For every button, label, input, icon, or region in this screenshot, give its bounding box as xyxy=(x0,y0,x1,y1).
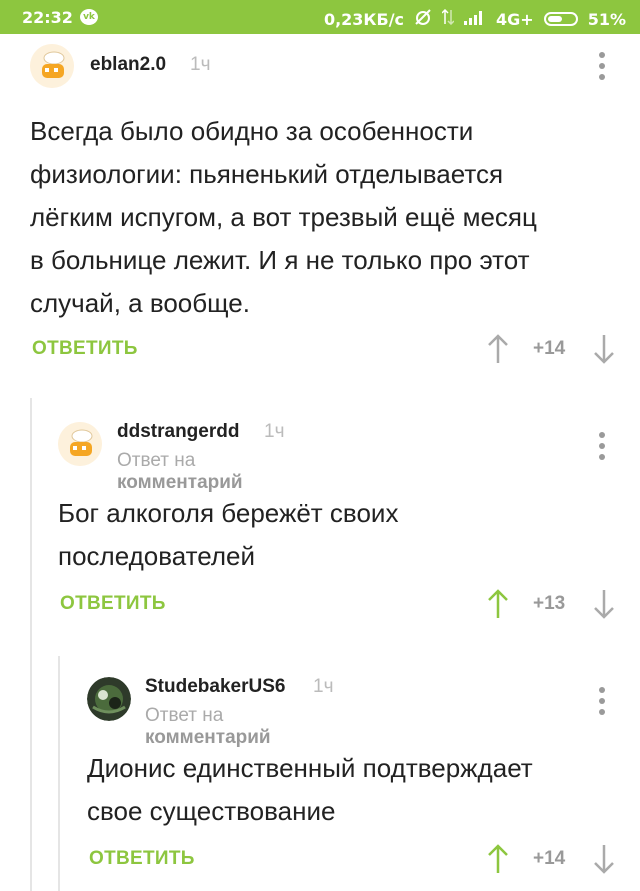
comment-score: +14 xyxy=(533,848,566,869)
signal-strength-icon xyxy=(464,10,486,29)
comment-time: 1ч xyxy=(190,54,211,75)
comment-text-line: свое существование xyxy=(87,796,336,826)
comment-author[interactable]: StudebakerUS6 xyxy=(145,676,285,698)
comment-text: Всегда было обидно за особенности физиол… xyxy=(30,110,620,325)
battery-icon xyxy=(543,12,578,26)
upvote-icon[interactable] xyxy=(486,333,510,365)
comment-text: Бог алкоголя бережёт своих последователе… xyxy=(58,492,618,578)
network-speed: 0,23КБ/с xyxy=(323,9,405,29)
more-options-icon[interactable] xyxy=(598,432,606,465)
thread-line-level-2 xyxy=(58,656,60,891)
reply-button[interactable]: ОТВЕТИТЬ xyxy=(32,338,138,360)
comment-score: +13 xyxy=(533,593,566,614)
comment-text-line: Бог алкоголя бережёт своих xyxy=(58,498,399,528)
battery-percent: 51% xyxy=(587,9,626,29)
comment-time: 1ч xyxy=(313,676,334,697)
reply-to-label: Ответ на комментарий xyxy=(117,450,243,494)
status-indicators: 0,23КБ/с 4G+ 51% xyxy=(324,8,626,30)
reply-button[interactable]: ОТВЕТИТЬ xyxy=(89,848,195,870)
upvote-icon[interactable] xyxy=(486,588,510,620)
status-bar: 22:32 vk 0,23КБ/с 4G+ 51% xyxy=(0,0,640,34)
data-transfer-icon xyxy=(441,8,455,29)
comment-text-line: в больнице лежит. И я не только про этот xyxy=(30,245,530,275)
alarm-off-icon xyxy=(414,8,432,30)
comment-text-line: физиологии: пьяненький отделывается xyxy=(30,159,504,189)
downvote-icon[interactable] xyxy=(592,588,616,620)
comment-text: Дионис единственный подтверждает свое су… xyxy=(87,747,617,833)
reply-to-link[interactable]: комментарий xyxy=(117,472,243,493)
thread-line-level-1 xyxy=(30,398,32,891)
comment-author[interactable]: eblan2.0 xyxy=(90,54,166,76)
avatar[interactable] xyxy=(87,677,131,721)
comment-text-line: случай, а вообще. xyxy=(30,288,250,318)
downvote-icon[interactable] xyxy=(592,843,616,875)
downvote-icon[interactable] xyxy=(592,333,616,365)
comment-text-line: последователей xyxy=(58,541,256,571)
more-options-icon[interactable] xyxy=(598,687,606,720)
network-type: 4G+ xyxy=(496,9,534,29)
vk-notification-icon: vk xyxy=(80,9,98,25)
reply-to-prefix: Ответ на xyxy=(145,705,224,726)
status-time: 22:32 xyxy=(22,8,73,27)
comment-text-line: Всегда было обидно за особенности xyxy=(30,116,474,146)
more-options-icon[interactable] xyxy=(598,52,606,85)
reply-button[interactable]: ОТВЕТИТЬ xyxy=(60,593,166,615)
comment-time: 1ч xyxy=(264,421,285,442)
reply-to-label: Ответ на комментарий xyxy=(145,705,271,749)
avatar[interactable] xyxy=(30,44,74,88)
comment-author[interactable]: ddstrangerdd xyxy=(117,421,239,443)
comment-text-line: Дионис единственный подтверждает xyxy=(87,753,533,783)
reply-to-link[interactable]: комментарий xyxy=(145,727,271,748)
avatar[interactable] xyxy=(58,422,102,466)
reply-to-prefix: Ответ на xyxy=(117,450,196,471)
upvote-icon[interactable] xyxy=(486,843,510,875)
comment-score: +14 xyxy=(533,338,566,359)
comment-text-line: лёгким испугом, а вот трезвый ещё месяц xyxy=(30,202,537,232)
